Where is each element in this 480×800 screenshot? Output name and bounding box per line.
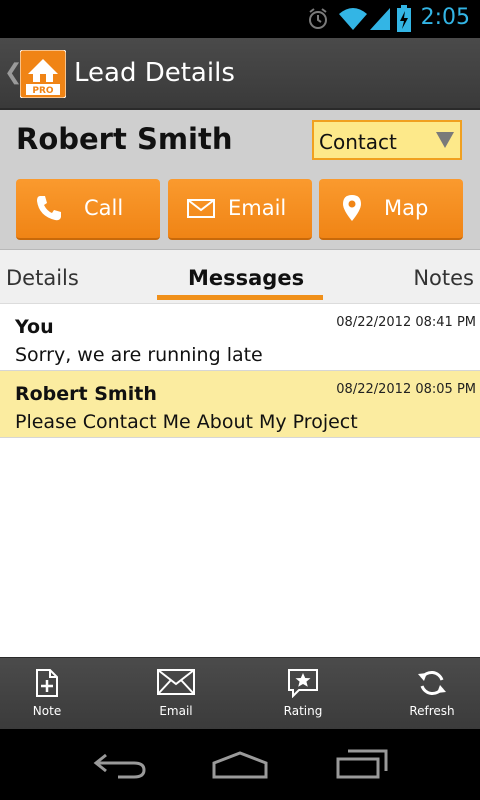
tab-messages[interactable]: Messages (188, 266, 304, 290)
map-button[interactable]: Map (319, 179, 463, 240)
dropdown-arrow-icon (436, 132, 454, 148)
tab-notes[interactable]: Notes (413, 266, 474, 290)
tab-bar: Details Messages Notes (0, 250, 480, 304)
message-body: Please Contact Me About My Project (15, 411, 358, 433)
alarm-icon (309, 8, 327, 29)
battery-charging-icon (397, 5, 411, 32)
page-title: Lead Details (74, 58, 235, 88)
recent-apps-nav-icon[interactable] (334, 747, 390, 781)
call-button-label: Call (84, 196, 124, 220)
map-button-label: Map (384, 196, 429, 220)
phone-icon (37, 196, 61, 221)
email-action-button[interactable]: Email (116, 658, 236, 730)
rating-star-icon (288, 669, 318, 698)
message-list: You 08/22/2012 08:41 PM Sorry, we are ru… (0, 304, 480, 438)
message-body: Sorry, we are running late (15, 344, 263, 366)
list-item[interactable]: You 08/22/2012 08:41 PM Sorry, we are ru… (0, 304, 480, 371)
message-sender: You (15, 316, 54, 338)
rating-action-label: Rating (283, 704, 323, 718)
refresh-action-label: Refresh (409, 704, 455, 718)
email-action-label: Email (159, 704, 193, 718)
back-nav-icon[interactable] (92, 749, 148, 781)
status-bar: 2:05 (0, 0, 480, 38)
home-nav-icon[interactable] (210, 749, 270, 781)
wifi-icon (339, 8, 367, 30)
envelope-icon (187, 199, 215, 218)
email-button-label: Email (228, 196, 287, 220)
lead-name: Robert Smith (16, 122, 233, 156)
list-item[interactable]: Robert Smith 08/22/2012 08:05 PM Please … (0, 371, 480, 438)
action-bar: ❮ PRO Lead Details (0, 38, 480, 110)
lead-header: Robert Smith Contact Call Email Map (0, 110, 480, 250)
status-time: 2:05 (420, 5, 470, 30)
signal-icon (370, 8, 390, 30)
email-button[interactable]: Email (168, 179, 312, 240)
rating-action-button[interactable]: Rating (243, 658, 363, 730)
add-note-icon (36, 669, 58, 697)
tab-details[interactable]: Details (6, 266, 79, 290)
refresh-icon (418, 671, 446, 695)
note-action-button[interactable]: Note (0, 658, 107, 730)
location-pin-icon (343, 195, 361, 221)
message-date: 08/22/2012 08:05 PM (336, 382, 476, 397)
system-navigation-bar (0, 729, 480, 800)
bottom-action-bar: Note Email Rating Refresh (0, 657, 480, 729)
status-select-value: Contact (319, 130, 397, 154)
logo-badge-text: PRO (32, 86, 54, 96)
message-sender: Robert Smith (15, 383, 157, 405)
call-button[interactable]: Call (16, 179, 160, 240)
message-date: 08/22/2012 08:41 PM (336, 315, 476, 330)
note-action-label: Note (32, 704, 62, 718)
app-logo-icon[interactable]: PRO (20, 50, 66, 98)
refresh-action-button[interactable]: Refresh (372, 658, 480, 730)
envelope-icon (157, 669, 195, 695)
active-tab-indicator (157, 295, 323, 300)
status-select[interactable]: Contact (312, 120, 462, 160)
